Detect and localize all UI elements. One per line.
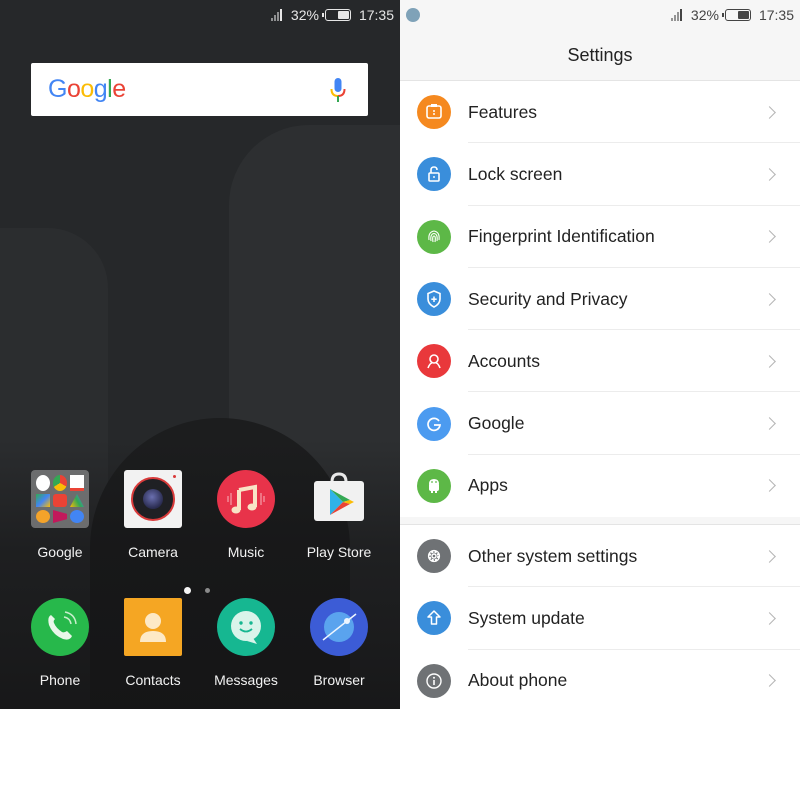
app-messages[interactable]: Messages (200, 598, 292, 688)
battery-icon (321, 9, 351, 21)
battery-percent: 32% (690, 7, 719, 23)
settings-item-about-phone[interactable]: About phone (400, 650, 800, 712)
android-icon (417, 468, 451, 503)
settings-item-fingerprint-identification[interactable]: Fingerprint Identification (400, 206, 800, 268)
shield-icon (417, 282, 451, 317)
screenshot-frame: 32% 17:35 Google Google Camera Music Pla… (0, 0, 800, 800)
settings-group-system: Other system settings System update About … (400, 524, 800, 712)
signal-icon (670, 9, 685, 21)
app-music[interactable]: Music (200, 470, 292, 560)
google-search-bar[interactable]: Google (31, 63, 368, 116)
settings-item-label: System update (468, 607, 585, 628)
chevron-right-icon (763, 354, 776, 368)
settings-item-system-update[interactable]: System update (400, 587, 800, 650)
app-phone[interactable]: Phone (14, 598, 106, 688)
settings-item-google[interactable]: Google (400, 392, 800, 455)
chevron-right-icon (763, 549, 776, 563)
settings-item-lock-screen[interactable]: Lock screen (400, 143, 800, 206)
page-dot[interactable] (205, 588, 210, 593)
app-label: Google (37, 544, 83, 560)
chevron-right-icon (763, 612, 776, 625)
settings-item-apps[interactable]: Apps (400, 455, 800, 517)
settings-item-label: Other system settings (468, 545, 638, 566)
status-bar: 32% 17:35 (400, 0, 800, 30)
home-screen: 32% 17:35 Google Google Camera Music Pla… (0, 0, 400, 709)
settings-item-accounts[interactable]: Accounts (400, 330, 800, 393)
google-logo-letter: g (93, 75, 108, 103)
music-icon (217, 470, 275, 528)
settings-group-main: Features Lock screen Fingerprint Identific… (400, 80, 800, 518)
upload-arrow-icon (417, 601, 451, 636)
play-store-icon (310, 470, 368, 528)
app-label: Play Store (306, 544, 372, 560)
settings-screen: 32% 17:35 Settings Features Lock screen Fi… (400, 0, 800, 712)
app-label: Music (227, 544, 265, 560)
app-label: Camera (128, 544, 178, 560)
battery-icon (721, 9, 751, 21)
app-camera[interactable]: Camera (107, 470, 199, 560)
settings-item-other-system-settings[interactable]: Other system settings (400, 525, 800, 588)
settings-item-label: Google (468, 413, 525, 434)
settings-item-features[interactable]: Features (400, 81, 800, 144)
settings-item-label: Security and Privacy (468, 288, 628, 309)
browser-icon (310, 598, 368, 656)
google-g-icon (417, 406, 451, 441)
app-play-store[interactable]: Play Store (293, 470, 385, 560)
google-logo-letter: o (80, 75, 94, 103)
camera-icon (124, 470, 182, 528)
app-google-folder[interactable]: Google (14, 470, 106, 560)
app-browser[interactable]: Browser (293, 598, 385, 688)
account-icon (417, 344, 451, 379)
app-label: Contacts (125, 672, 181, 688)
page-dot-active[interactable] (184, 587, 191, 594)
clock: 17:35 (358, 7, 394, 23)
signal-icon (270, 9, 285, 21)
chevron-right-icon (763, 674, 776, 688)
settings-item-label: Features (468, 101, 538, 122)
google-folder-icon (31, 470, 89, 528)
fingerprint-icon (417, 219, 451, 254)
phone-icon (31, 598, 89, 656)
settings-item-label: Accounts (468, 350, 540, 371)
info-icon (417, 663, 451, 698)
lock-icon (417, 157, 451, 192)
app-label: Messages (214, 672, 278, 688)
contacts-icon (124, 598, 182, 656)
chevron-right-icon (763, 168, 776, 181)
mic-icon[interactable] (330, 77, 346, 103)
settings-item-security-and-privacy[interactable]: Security and Privacy (400, 268, 800, 331)
page-title: Settings (567, 45, 633, 65)
page-indicator (184, 587, 210, 594)
chevron-right-icon (763, 105, 776, 119)
status-bar: 32% 17:35 (0, 0, 400, 30)
google-logo-letter: e (112, 75, 126, 103)
app-contacts[interactable]: Contacts (107, 598, 199, 688)
chevron-right-icon (763, 230, 776, 244)
battery-percent: 32% (290, 7, 319, 23)
settings-item-label: Lock screen (468, 163, 563, 184)
messages-icon (217, 598, 275, 656)
google-logo: Google (48, 75, 126, 104)
settings-item-label: About phone (468, 670, 568, 691)
settings-item-label: Fingerprint Identification (468, 226, 655, 247)
app-label: Browser (313, 672, 365, 688)
gear-icon (417, 539, 451, 574)
google-logo-letter: G (48, 75, 67, 103)
features-icon (417, 95, 451, 130)
clock: 17:35 (758, 7, 794, 23)
chevron-right-icon (763, 479, 776, 493)
google-logo-letter: o (66, 75, 81, 103)
app-label: Phone (39, 672, 81, 688)
chevron-right-icon (763, 292, 776, 306)
chevron-right-icon (763, 417, 776, 430)
settings-item-label: Apps (468, 475, 508, 496)
